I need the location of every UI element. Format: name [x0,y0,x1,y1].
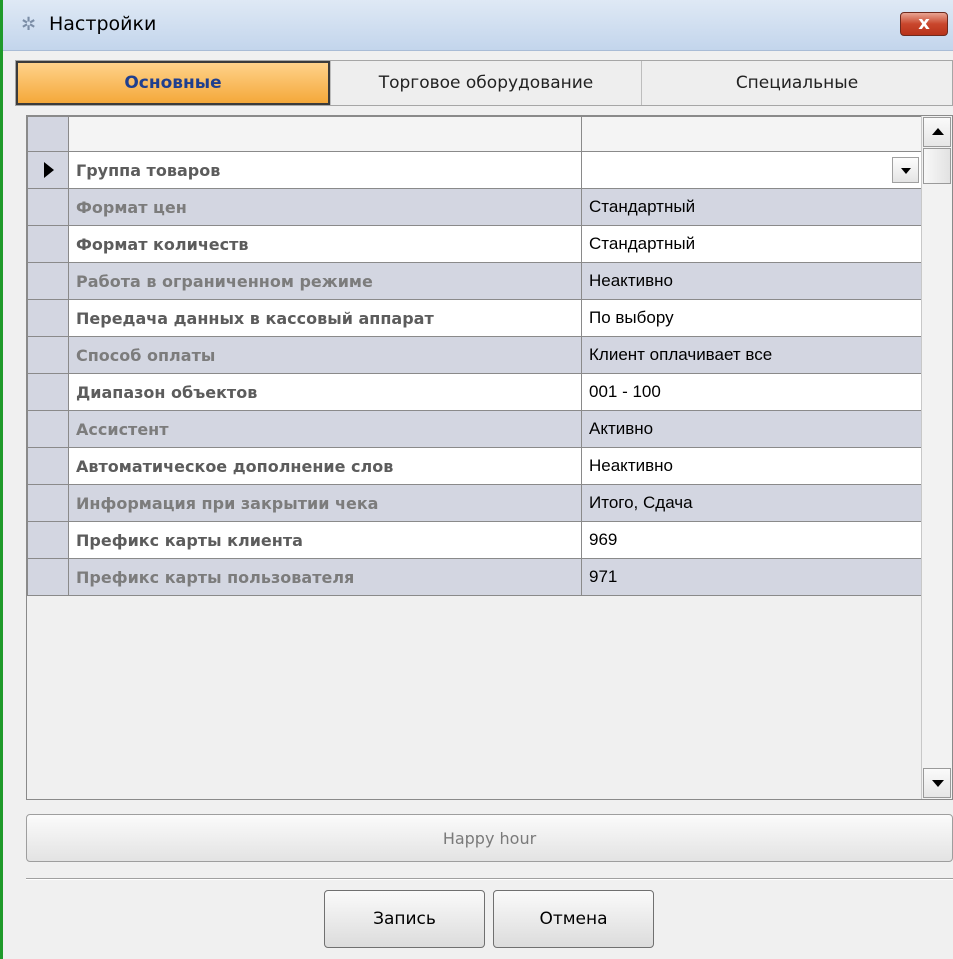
row-indicator[interactable] [27,484,69,522]
row-indicator[interactable] [27,151,69,189]
setting-value[interactable]: 971 [581,558,922,596]
row-indicator[interactable] [27,262,69,300]
setting-name: Ассистент [68,410,582,448]
tab-general[interactable]: Основные [16,61,330,105]
table-row[interactable]: Диапазон объектов 001 - 100 [27,373,922,411]
table-row[interactable]: Формат количеств Стандартный [27,225,922,263]
setting-name: Префикс карты клиента [68,521,582,559]
setting-name: Работа в ограниченном режиме [68,262,582,300]
row-indicator[interactable] [27,373,69,411]
setting-value-dropdown[interactable] [581,151,922,189]
setting-name: Формат цен [68,188,582,226]
setting-value[interactable]: Стандартный [581,225,922,263]
setting-value[interactable]: Неактивно [581,447,922,485]
row-indicator[interactable] [27,521,69,559]
table-row[interactable]: Формат цен Стандартный [27,188,922,226]
table-row[interactable]: Способ оплаты Клиент оплачивает все [27,336,922,374]
separator-line [26,878,953,880]
setting-value[interactable]: Неактивно [581,262,922,300]
table-row[interactable]: Префикс карты пользователя 971 [27,558,922,596]
setting-name: Способ оплаты [68,336,582,374]
setting-value[interactable]: 969 [581,521,922,559]
close-button[interactable]: x [900,12,948,36]
table-row[interactable]: Информация при закрытии чека Итого, Сдач… [27,484,922,522]
row-indicator[interactable] [27,558,69,596]
setting-name: Передача данных в кассовый аппарат [68,299,582,337]
settings-window: ✲ Настройки x Основные Торговое оборудов… [0,0,953,959]
setting-name: Группа товаров [68,151,582,189]
row-indicator[interactable] [27,336,69,374]
setting-value[interactable]: Активно [581,410,922,448]
setting-value[interactable]: Клиент оплачивает все [581,336,922,374]
tab-trade-equipment[interactable]: Торговое оборудование [330,61,641,105]
title-bar: ✲ Настройки x [3,0,953,51]
setting-name: Префикс карты пользователя [68,558,582,596]
tab-strip: Основные Торговое оборудование Специальн… [15,60,953,106]
row-indicator[interactable] [27,188,69,226]
setting-name: Автоматическое дополнение слов [68,447,582,485]
setting-value[interactable]: 001 - 100 [581,373,922,411]
setting-value[interactable]: Итого, Сдача [581,484,922,522]
row-pointer-icon [44,162,54,178]
tab-special[interactable]: Специальные [641,61,952,105]
setting-name: Формат количеств [68,225,582,263]
scroll-down-arrow-icon[interactable] [923,768,951,798]
setting-value[interactable]: Стандартный [581,188,922,226]
row-indicator[interactable] [27,225,69,263]
table-row[interactable]: Передача данных в кассовый аппарат По вы… [27,299,922,337]
scroll-up-arrow-icon[interactable] [923,117,951,147]
setting-name: Информация при закрытии чека [68,484,582,522]
chevron-down-icon[interactable] [892,157,919,183]
header-name-cell [68,116,582,152]
setting-value[interactable]: По выбору [581,299,922,337]
settings-gear-icon: ✲ [21,14,37,35]
table-row[interactable]: Ассистент Активно [27,410,922,448]
table-row[interactable]: Группа товаров [27,151,922,189]
settings-table: Группа товаров Формат цен Стандартный Фо… [27,116,922,596]
row-indicator[interactable] [27,410,69,448]
row-indicator[interactable] [27,299,69,337]
table-header-row [27,116,922,152]
happy-hour-button[interactable]: Happy hour [26,814,953,862]
cancel-button[interactable]: Отмена [493,890,654,948]
setting-name: Диапазон объектов [68,373,582,411]
row-indicator[interactable] [27,447,69,485]
table-row[interactable]: Работа в ограниченном режиме Неактивно [27,262,922,300]
table-row[interactable]: Автоматическое дополнение слов Неактивно [27,447,922,485]
settings-grid: Группа товаров Формат цен Стандартный Фо… [26,115,953,800]
header-indicator-cell [27,116,69,152]
save-button[interactable]: Запись [324,890,485,948]
table-row[interactable]: Префикс карты клиента 969 [27,521,922,559]
header-value-cell [581,116,922,152]
scrollbar-thumb[interactable] [923,148,951,184]
window-title: Настройки [49,13,157,35]
vertical-scrollbar[interactable] [921,116,952,799]
